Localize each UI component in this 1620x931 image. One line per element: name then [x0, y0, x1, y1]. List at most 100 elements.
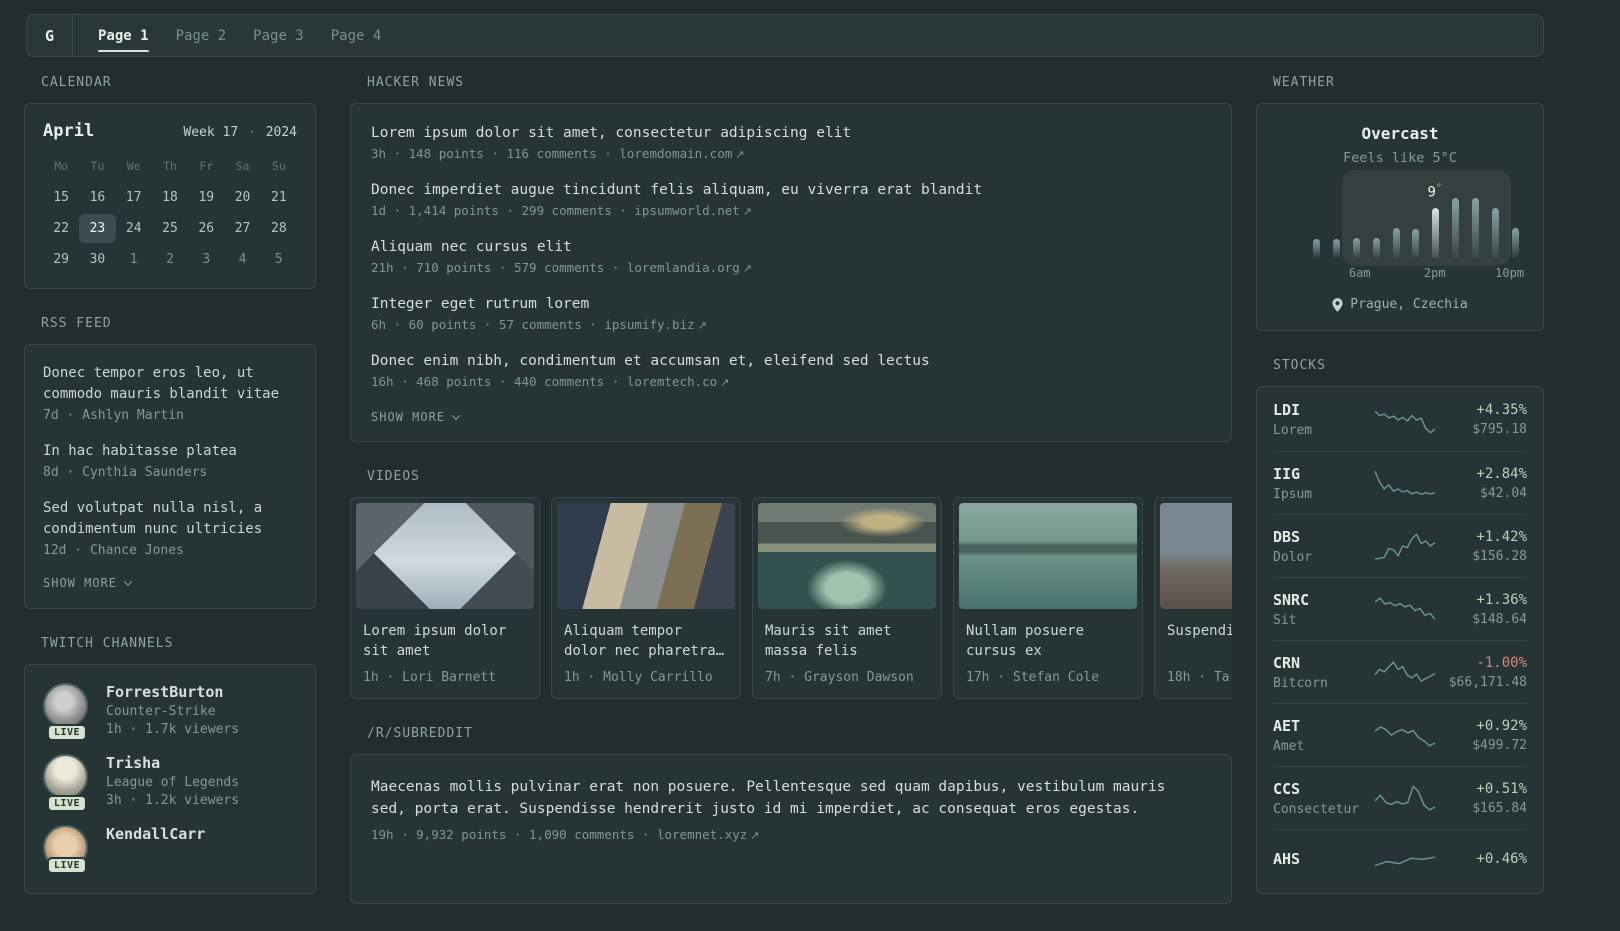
video-title: Lorem ipsum dolor sit amet consectetu… [363, 623, 507, 660]
domain-text: loremdomain.com [619, 146, 733, 161]
right-column: WEATHER Overcast Feels like 5°C 9° 6am 2p… [1256, 75, 1544, 931]
twitch-channel-row[interactable]: LIVE Trisha League of Legends 3h · 1.2k vie… [43, 754, 297, 812]
stock-row[interactable]: AET Amet +0.92% $499.72 [1273, 703, 1527, 766]
stock-row[interactable]: IIG Ipsum +2.84% $42.04 [1273, 451, 1527, 514]
stock-name: Dolor [1273, 549, 1313, 565]
daylight-overlay [1341, 170, 1511, 266]
video-title: Mauris sit amet massa felis [765, 623, 892, 660]
weather-hour-label: 10pm [1495, 266, 1525, 280]
stock-row[interactable]: LDI Lorem +4.35% $795.18 [1273, 388, 1527, 451]
calendar-day: 28 [271, 221, 287, 236]
hackernews-show-more-button[interactable]: SHOW MORE [371, 410, 1211, 424]
stock-name: Consectetur [1273, 801, 1360, 817]
twitch-avatar-wrap: LIVE [43, 825, 91, 874]
hackernews-item-title[interactable]: Lorem ipsum dolor sit amet, consectetur … [371, 125, 1211, 141]
calendar-day: 25 [162, 221, 178, 236]
weather-feels-like: Feels like 5°C [1343, 150, 1457, 166]
calendar-day: 20 [234, 190, 251, 205]
hackernews-item-domain-link[interactable]: loremtech.co ↗ [627, 374, 730, 389]
calendar-year: 2024 [265, 125, 297, 140]
tab-page-1[interactable]: Page 1 [98, 15, 149, 56]
hackernews-widget: HACKER NEWS Lorem ipsum dolor sit amet, … [350, 75, 1232, 442]
video-card[interactable]: Suspendisse diam 18h · Tara [1154, 497, 1232, 699]
stock-price: $42.04 [1480, 485, 1527, 501]
stocks-header: STOCKS [1273, 358, 1326, 373]
video-card[interactable]: Lorem ipsum dolor sit amet consectetu… 1h… [350, 497, 540, 699]
domain-text: loremtech.co [626, 374, 718, 389]
calendar-day: 2 [166, 252, 174, 267]
stock-row[interactable]: SNRC Sit +1.36% $148.64 [1273, 577, 1527, 640]
weather-bar [1332, 239, 1340, 258]
external-link-icon: ↗ [735, 148, 745, 161]
stock-symbol: CCS [1273, 779, 1301, 798]
hackernews-item-meta: 1d · 1,414 points · 299 comments · ipsum… [371, 203, 1211, 218]
domain-text: loremlandia.org [626, 260, 740, 275]
tab-page-2[interactable]: Page 2 [176, 15, 227, 56]
hackernews-item-title[interactable]: Integer eget rutrum lorem [371, 296, 1211, 312]
app-logo[interactable]: G [27, 15, 73, 56]
stock-identity: SNRC Sit [1273, 591, 1373, 628]
calendar-day-selected: 23 [79, 214, 116, 243]
hackernews-item-domain-link[interactable]: loremlandia.org ↗ [627, 260, 752, 275]
stock-sparkline-chart [1374, 533, 1435, 560]
stocks-widget: STOCKS LDI Lorem +4.35% $795.18 IIG Ipsum +2.8… [1256, 358, 1544, 894]
twitch-channel-row[interactable]: LIVE KendallCarr [43, 825, 297, 874]
video-card[interactable]: Aliquam tempor dolor nec pharetra… 1h · M… [551, 497, 741, 699]
degree-symbol: ° [1435, 183, 1442, 195]
reddit-post-domain-link[interactable]: loremnet.xyz ↗ [657, 827, 760, 842]
twitch-channel-name: ForrestBurton [106, 683, 224, 701]
twitch-channel-category: League of Legends [106, 775, 240, 790]
weather-location-text: Prague, Czechia [1350, 297, 1468, 312]
hackernews-item-domain-link[interactable]: ipsumworld.net ↗ [634, 203, 752, 218]
video-card[interactable]: Nullam posuere cursus ex 17h · Stefan Col… [953, 497, 1143, 699]
stock-name: Ipsum [1273, 486, 1313, 502]
stock-symbol: IIG [1273, 464, 1301, 483]
calendar-day: 5 [274, 252, 283, 267]
rss-item-title[interactable]: Donec tempor eros leo, ut commodo mauris… [43, 363, 297, 405]
hackernews-item-title[interactable]: Donec imperdiet augue tincidunt felis al… [371, 182, 1211, 198]
hackernews-item-domain-link[interactable]: loremdomain.com ↗ [619, 146, 744, 161]
twitch-header: TWITCH CHANNELS [41, 636, 174, 651]
reddit-header: /R/SUBREDDIT [367, 726, 473, 741]
stock-name: Lorem [1273, 423, 1313, 438]
stock-symbol: AHS [1273, 850, 1301, 868]
stock-row[interactable]: CRN Bitcorn -1.00% $66,171.48 [1273, 640, 1527, 703]
calendar-day: 24 [125, 221, 142, 236]
stock-change: +1.36% [1476, 591, 1527, 608]
rss-item: Donec tempor eros leo, ut commodo mauris… [43, 363, 297, 423]
twitch-channel-row[interactable]: LIVE ForrestBurton Counter-Strike 1h · 1.7k… [43, 683, 297, 741]
stock-sparkline-chart [1373, 661, 1435, 683]
hackernews-item-title[interactable]: Donec enim nibh, condimentum et accumsan… [371, 353, 1211, 369]
rss-show-more-button[interactable]: SHOW MORE [43, 576, 297, 590]
stock-price: $66,171.48 [1448, 674, 1527, 690]
stock-row[interactable]: AHS +0.46% [1273, 829, 1527, 892]
stock-change: +4.35% [1476, 402, 1527, 418]
stock-name: Sit [1273, 612, 1297, 628]
tab-page-4[interactable]: Page 4 [331, 15, 382, 56]
rss-item-title[interactable]: Sed volutpat nulla nisl, a condimentum n… [43, 498, 297, 540]
tab-page-3[interactable]: Page 3 [253, 15, 304, 56]
video-thumbnail [758, 503, 936, 609]
weather-bar [1492, 208, 1500, 258]
hackernews-item: Integer eget rutrum lorem 6h · 60 points … [371, 296, 1211, 332]
hackernews-item-domain-link[interactable]: ipsumify.biz ↗ [604, 317, 707, 332]
stock-values: +0.46% [1437, 851, 1527, 871]
calendar-day: 15 [53, 190, 69, 205]
stock-row[interactable]: CCS Consectetur +0.51% $165.84 [1273, 766, 1527, 829]
domain-text: ipsumify.biz [604, 317, 695, 332]
stock-values: +0.92% $499.72 [1437, 718, 1527, 753]
rss-item-title[interactable]: In hac habitasse platea [43, 441, 297, 462]
calendar-day-header: Sa [235, 159, 250, 173]
weather-widget: WEATHER Overcast Feels like 5°C 9° 6am 2p… [1256, 75, 1544, 331]
video-card[interactable]: Mauris sit amet massa felis 7h · Grayson … [752, 497, 942, 699]
hackernews-item-title[interactable]: Aliquam nec cursus elit [371, 239, 1211, 255]
stock-identity: AET Amet [1273, 717, 1373, 754]
calendar-day: 21 [271, 190, 287, 205]
stock-row[interactable]: DBS Dolor +1.42% $156.28 [1273, 514, 1527, 577]
stock-identity: IIG Ipsum [1273, 465, 1373, 502]
twitch-avatar-wrap: LIVE [43, 683, 91, 741]
weather-hour-axis: 6am 2pm 10pm [1313, 266, 1524, 281]
reddit-post-title[interactable]: Maecenas mollis pulvinar erat non posuer… [371, 776, 1191, 821]
weather-bar [1412, 229, 1420, 258]
calendar-day: 1 [129, 252, 138, 267]
